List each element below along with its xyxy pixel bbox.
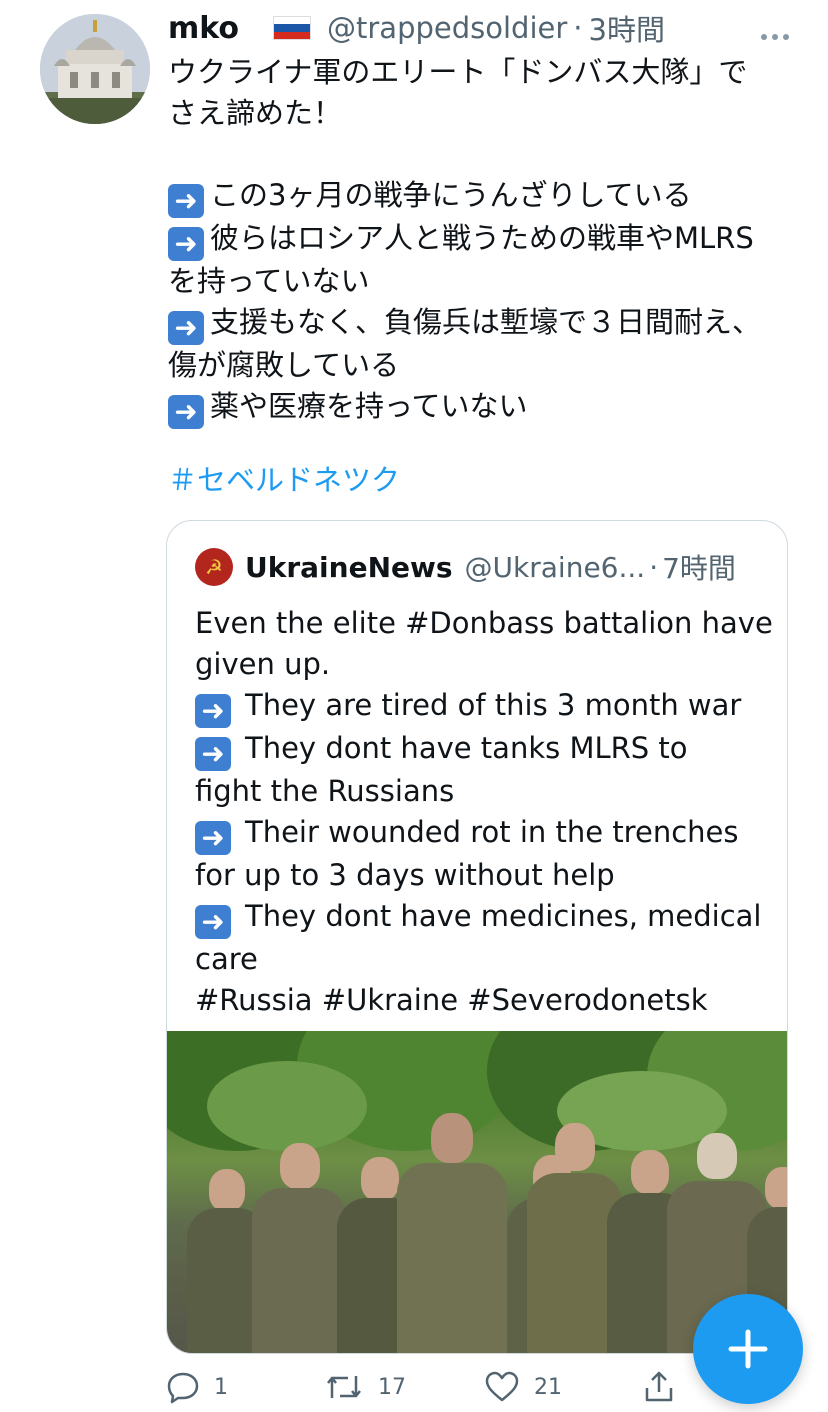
tweet-line: さえ諦めた！ [168, 96, 343, 130]
quoted-author-name[interactable]: UkraineNews [245, 551, 453, 584]
reply-count: 1 [214, 1374, 228, 1400]
tweet-line: 彼らはロシア人と戦うための戦車やMLRS [210, 221, 754, 255]
quoted-bullet-line: ➜ Their wounded rot in the trenches [195, 812, 765, 855]
quoted-line: care [195, 942, 258, 976]
arrow-right-emoji-icon: ➜ [195, 821, 231, 855]
quoted-line: given up. [195, 647, 331, 681]
quoted-bullet-line: ➜ They dont have tanks MLRS to [195, 728, 765, 771]
retweet-button[interactable]: 17 [324, 1370, 406, 1404]
separator-dot: · [649, 550, 659, 584]
quoted-line: fight the Russians [195, 774, 455, 808]
tweet-header: mko @trappedsoldier · 3時間 [168, 6, 665, 50]
hashtag-link[interactable]: ＃セベルドネツク [168, 460, 400, 501]
author-avatar[interactable] [40, 14, 150, 124]
quoted-line: They dont have medicines, medical [245, 899, 762, 933]
arrow-right-emoji-icon: ➜ [168, 395, 204, 429]
quoted-line: Their wounded rot in the trenches [245, 815, 739, 849]
quoted-bullet-line: ➜ They dont have medicines, medical [195, 896, 765, 939]
quoted-line: for up to 3 days without help [195, 858, 615, 892]
compose-tweet-button[interactable] [693, 1294, 803, 1404]
tweet-actions: 1 17 21 [166, 1370, 686, 1410]
quoted-tweet-header: ☭ UkraineNews @Ukraine6... · 7時間 [195, 547, 736, 587]
reply-icon [167, 1372, 199, 1404]
tweet-line: を持っていない [168, 264, 370, 298]
like-icon [485, 1371, 519, 1402]
author-handle[interactable]: @trappedsoldier [327, 11, 567, 45]
tweet-line: 薬や医療を持っていない [210, 389, 528, 423]
quoted-hashtags[interactable]: #Russia #Ukraine #Severodonetsk [195, 980, 765, 1021]
retweet-count: 17 [378, 1374, 406, 1400]
tweet-bullet-line: ➜ 薬や医療を持っていない [168, 386, 798, 429]
separator-dot: · [573, 11, 583, 45]
russian-flag-icon [273, 16, 312, 40]
arrow-right-emoji-icon: ➜ [168, 184, 204, 218]
tweet-bullet-line: ➜ 支援もなく、負傷兵は塹壕で３日間耐え、 [168, 302, 798, 345]
tweet-timestamp[interactable]: 3時間 [589, 7, 665, 49]
like-count: 21 [534, 1374, 562, 1400]
arrow-right-emoji-icon: ➜ [195, 905, 231, 939]
more-icon[interactable] [760, 14, 790, 49]
arrow-right-emoji-icon: ➜ [195, 694, 231, 728]
arrow-right-emoji-icon: ➜ [168, 311, 204, 345]
quoted-line: They are tired of this 3 month war [245, 688, 742, 722]
arrow-right-emoji-icon: ➜ [195, 737, 231, 771]
tweet-line: ウクライナ軍のエリート「ドンバス大隊」で [168, 55, 748, 89]
arrow-right-emoji-icon: ➜ [168, 227, 204, 261]
tweet-line: この3ヶ月の戦争にうんざりしている [210, 178, 692, 212]
quoted-line: They dont have tanks MLRS to [245, 731, 688, 765]
quoted-bullet-line: ➜ They are tired of this 3 month war [195, 685, 765, 728]
quoted-author-handle[interactable]: @Ukraine6... [465, 551, 646, 584]
quoted-author-avatar[interactable]: ☭ [195, 548, 233, 586]
tweet-text: ウクライナ軍のエリート「ドンバス大隊」で さえ諦めた！ ➜ この3ヶ月の戦争にうん… [168, 52, 798, 429]
reply-button[interactable]: 1 [166, 1370, 228, 1404]
compose-plus-icon [728, 1329, 768, 1369]
retweet-icon [327, 1376, 361, 1398]
quoted-tweet-timestamp[interactable]: 7時間 [662, 547, 736, 587]
share-button[interactable] [642, 1370, 690, 1404]
quoted-tweet-text: Even the elite #Donbass battalion have g… [195, 603, 773, 1021]
share-icon [645, 1371, 673, 1402]
tweet-line: 傷が腐敗している [168, 348, 400, 382]
tweet-bullet-line: ➜ この3ヶ月の戦争にうんざりしている [168, 175, 798, 218]
quoted-line: Even the elite #Donbass battalion have [195, 606, 773, 640]
author-name[interactable]: mko [168, 11, 239, 46]
like-button[interactable]: 21 [484, 1370, 562, 1404]
tweet-bullet-line: ➜ 彼らはロシア人と戦うための戦車やMLRS [168, 218, 798, 261]
tweet-line: 支援もなく、負傷兵は塹壕で３日間耐え、 [210, 305, 762, 339]
quoted-tweet-card[interactable]: ☭ UkraineNews @Ukraine6... · 7時間 Even th… [166, 520, 788, 1354]
